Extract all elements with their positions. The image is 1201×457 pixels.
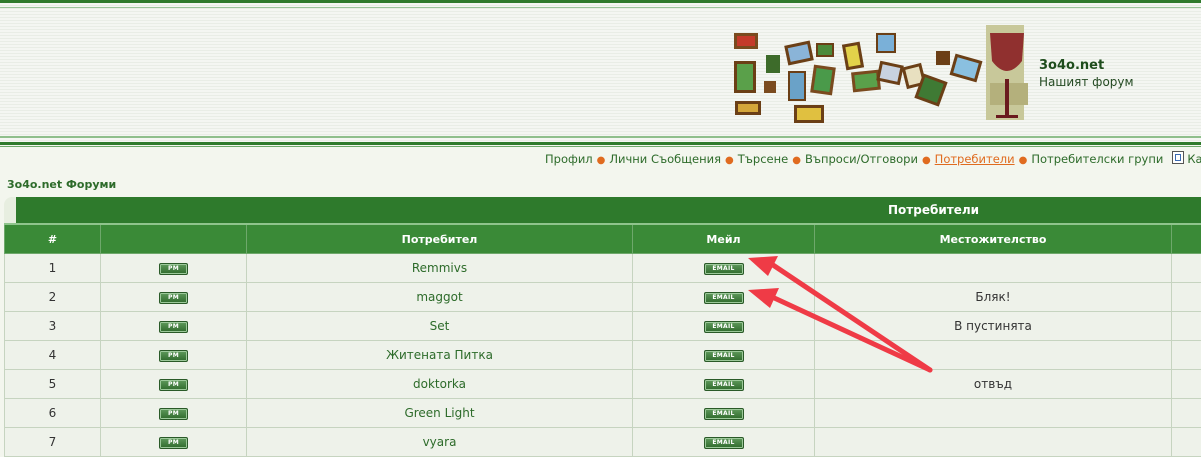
logo-collage[interactable] (728, 21, 1028, 126)
extra-cell (1172, 283, 1201, 312)
top-nav: Профил●Лични Съобщения●Търсене●Въпроси/О… (0, 146, 1201, 169)
username-link[interactable]: Set (247, 312, 633, 341)
email-button[interactable]: EMAIL (704, 263, 744, 275)
nav-separator: ● (918, 155, 935, 166)
email-cell: EMAIL (633, 312, 815, 341)
location-cell: Бляк! (815, 283, 1172, 312)
members-table: Потребители # Потребител Мейл Местожител… (4, 197, 1201, 457)
nav-profile[interactable]: Профил (545, 152, 593, 166)
location-cell: В пустинята (815, 312, 1172, 341)
column-header-location[interactable]: Местожителство (815, 224, 1172, 254)
nav-faq[interactable]: Въпроси/Отговори (805, 152, 918, 166)
nav-members[interactable]: Потребители (935, 152, 1015, 166)
email-button[interactable]: EMAIL (704, 379, 744, 391)
pm-button[interactable]: PM (159, 350, 188, 362)
pm-cell: PM (101, 312, 247, 341)
table-row: 7 PM vyara EMAIL (5, 428, 1201, 457)
wine-glass-icon (986, 25, 1028, 120)
pm-cell: PM (101, 341, 247, 370)
row-number: 3 (5, 312, 101, 341)
email-cell: EMAIL (633, 254, 815, 283)
email-button[interactable]: EMAIL (704, 321, 744, 333)
email-button[interactable]: EMAIL (704, 408, 744, 420)
nav-search[interactable]: Търсене (738, 152, 788, 166)
pm-cell: PM (101, 254, 247, 283)
calendar-icon (1172, 151, 1184, 164)
nav-separator: ● (1015, 155, 1032, 166)
column-header-email[interactable]: Мейл (633, 224, 815, 254)
extra-cell (1172, 399, 1201, 428)
table-row: 3 PM Set EMAIL В пустинята (5, 312, 1201, 341)
banner-divider (0, 142, 1201, 145)
pm-cell: PM (101, 428, 247, 457)
nav-usergroups[interactable]: Потребителски групи (1031, 152, 1163, 166)
email-button[interactable]: EMAIL (704, 350, 744, 362)
table-row: 4 PM Житената Питка EMAIL (5, 341, 1201, 370)
username-link[interactable]: maggot (247, 283, 633, 312)
nav-separator: ● (721, 155, 738, 166)
row-number: 4 (5, 341, 101, 370)
table-row: 2 PM maggot EMAIL Бляк! (5, 283, 1201, 312)
location-cell: отвъд (815, 370, 1172, 399)
row-number: 7 (5, 428, 101, 457)
pm-button[interactable]: PM (159, 408, 188, 420)
table-title-bar: Потребители (4, 197, 1201, 223)
extra-cell (1172, 254, 1201, 283)
column-header-username[interactable]: Потребител (247, 224, 633, 254)
location-cell (815, 428, 1172, 457)
pm-button[interactable]: PM (159, 263, 188, 275)
row-number: 5 (5, 370, 101, 399)
pm-button[interactable]: PM (159, 321, 188, 333)
column-header-number[interactable]: # (5, 224, 101, 254)
extra-cell (1172, 341, 1201, 370)
extra-cell (1172, 312, 1201, 341)
row-number: 1 (5, 254, 101, 283)
email-cell: EMAIL (633, 341, 815, 370)
table-header-row: # Потребител Мейл Местожителство (5, 224, 1201, 254)
pm-button[interactable]: PM (159, 379, 188, 391)
row-number: 2 (5, 283, 101, 312)
username-link[interactable]: Житената Питка (247, 341, 633, 370)
location-cell (815, 399, 1172, 428)
table-title: Потребители (888, 203, 979, 217)
pm-button[interactable]: PM (159, 292, 188, 304)
username-link[interactable]: doktorka (247, 370, 633, 399)
pm-cell: PM (101, 370, 247, 399)
table-row: 5 PM doktorka EMAIL отвъд (5, 370, 1201, 399)
column-header-extra (1172, 224, 1201, 254)
table-row: 6 PM Green Light EMAIL (5, 399, 1201, 428)
column-header-pm (101, 224, 247, 254)
nav-calendar[interactable]: Календар (1187, 152, 1201, 166)
header-banner: 3o4o.net Нашият форум (0, 0, 1201, 145)
email-cell: EMAIL (633, 399, 815, 428)
pm-cell: PM (101, 283, 247, 312)
pm-button[interactable]: PM (159, 437, 188, 449)
pm-cell: PM (101, 399, 247, 428)
banner-divider (0, 136, 1201, 138)
username-link[interactable]: Green Light (247, 399, 633, 428)
extra-cell (1172, 428, 1201, 457)
nav-separator: ● (788, 155, 805, 166)
email-button[interactable]: EMAIL (704, 292, 744, 304)
username-link[interactable]: vyara (247, 428, 633, 457)
email-cell: EMAIL (633, 428, 815, 457)
forum-index-link[interactable]: 3o4o.net Форуми (7, 178, 116, 191)
table-row: 1 PM Remmivs EMAIL (5, 254, 1201, 283)
location-cell (815, 341, 1172, 370)
email-cell: EMAIL (633, 283, 815, 312)
nav-separator: ● (593, 155, 610, 166)
nav-private-messages[interactable]: Лични Съобщения (609, 152, 721, 166)
email-cell: EMAIL (633, 370, 815, 399)
email-button[interactable]: EMAIL (704, 437, 744, 449)
banner-divider (0, 7, 1201, 8)
extra-cell (1172, 370, 1201, 399)
site-subtitle: Нашият форум (1039, 75, 1134, 89)
photo-frame (734, 33, 982, 123)
location-cell (815, 254, 1172, 283)
username-link[interactable]: Remmivs (247, 254, 633, 283)
site-name[interactable]: 3o4o.net (1039, 58, 1104, 73)
row-number: 6 (5, 399, 101, 428)
